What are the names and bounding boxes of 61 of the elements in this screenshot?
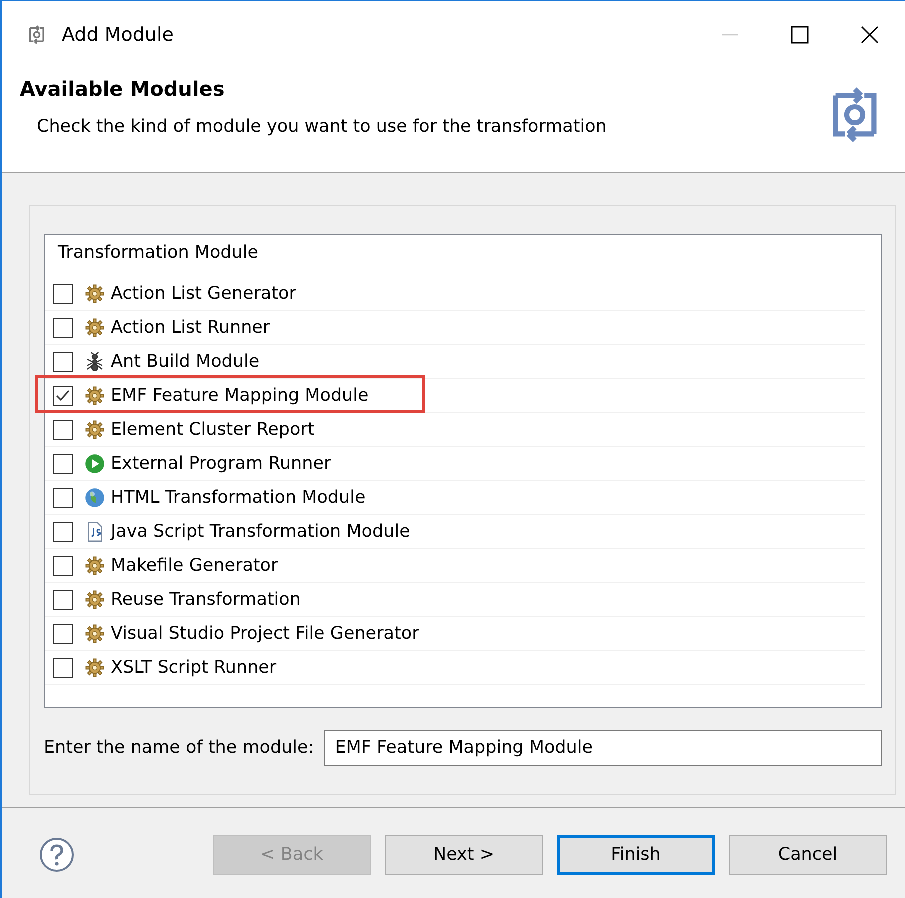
ant-icon <box>85 352 105 372</box>
module-label: Element Cluster Report <box>111 420 315 440</box>
gear-icon <box>85 386 105 406</box>
module-row[interactable]: Action List Generator <box>45 277 865 311</box>
close-icon[interactable] <box>860 25 880 45</box>
module-label: Java Script Transformation Module <box>111 522 410 542</box>
gear-icon <box>85 420 105 440</box>
module-row[interactable]: Java Script Transformation Module <box>45 515 865 549</box>
module-row[interactable]: Makefile Generator <box>45 549 865 583</box>
module-label: XSLT Script Runner <box>111 658 277 678</box>
module-label: HTML Transformation Module <box>111 488 366 508</box>
column-header: Transformation Module <box>57 242 260 265</box>
gear-icon <box>85 284 105 304</box>
checkmark-icon <box>55 388 71 404</box>
gear-icon <box>85 318 105 338</box>
checkbox[interactable] <box>53 420 73 440</box>
module-name-field[interactable]: EMF Feature Mapping Module <box>324 730 882 766</box>
module-label: EMF Feature Mapping Module <box>111 386 369 406</box>
checkbox[interactable] <box>53 590 73 610</box>
checkbox[interactable] <box>53 386 73 406</box>
page-description: Check the kind of module you want to use for the transformation <box>36 117 608 137</box>
play-icon <box>85 454 105 474</box>
field-label: Enter the name of the module: <box>44 738 314 758</box>
module-label: Makefile Generator <box>111 556 278 576</box>
module-row[interactable]: Ant Build Module <box>45 345 865 379</box>
gear-icon <box>85 658 105 678</box>
checkbox[interactable] <box>53 624 73 644</box>
module-row[interactable]: Action List Runner <box>45 311 865 345</box>
module-label: Action List Runner <box>111 318 270 338</box>
javascript-file-icon <box>85 522 105 542</box>
gear-icon <box>85 590 105 610</box>
help-icon[interactable] <box>39 837 75 873</box>
checkbox[interactable] <box>53 284 73 304</box>
module-row[interactable]: XSLT Script Runner <box>45 651 865 685</box>
gear-icon <box>85 624 105 644</box>
dialog-button[interactable]: Finish <box>557 835 715 875</box>
dialog-button[interactable]: Next > <box>385 835 543 875</box>
checkbox[interactable] <box>53 352 73 372</box>
checkbox[interactable] <box>53 488 73 508</box>
checkbox[interactable] <box>53 556 73 576</box>
window-title: Add Module <box>62 24 175 46</box>
module-row[interactable]: Element Cluster Report <box>45 413 865 447</box>
module-label: Reuse Transformation <box>111 590 301 610</box>
checkbox[interactable] <box>53 658 73 678</box>
page-title: Available Modules <box>20 77 225 101</box>
module-row[interactable]: Reuse Transformation <box>45 583 865 617</box>
globe-icon <box>85 488 105 508</box>
module-label: Visual Studio Project File Generator <box>111 624 420 644</box>
dialog-button[interactable]: Cancel <box>729 835 887 875</box>
checkbox[interactable] <box>53 522 73 542</box>
module-label: Action List Generator <box>111 284 296 304</box>
module-label: Ant Build Module <box>111 352 260 372</box>
module-label: External Program Runner <box>111 454 332 474</box>
module-row[interactable]: HTML Transformation Module <box>45 481 865 515</box>
maximize-icon[interactable] <box>790 25 810 45</box>
gear-icon <box>85 556 105 576</box>
checkbox[interactable] <box>53 454 73 474</box>
checkbox[interactable] <box>53 318 73 338</box>
module-row[interactable]: Visual Studio Project File Generator <box>45 617 865 651</box>
module-row[interactable]: EMF Feature Mapping Module <box>45 379 865 413</box>
module-row[interactable]: External Program Runner <box>45 447 865 481</box>
